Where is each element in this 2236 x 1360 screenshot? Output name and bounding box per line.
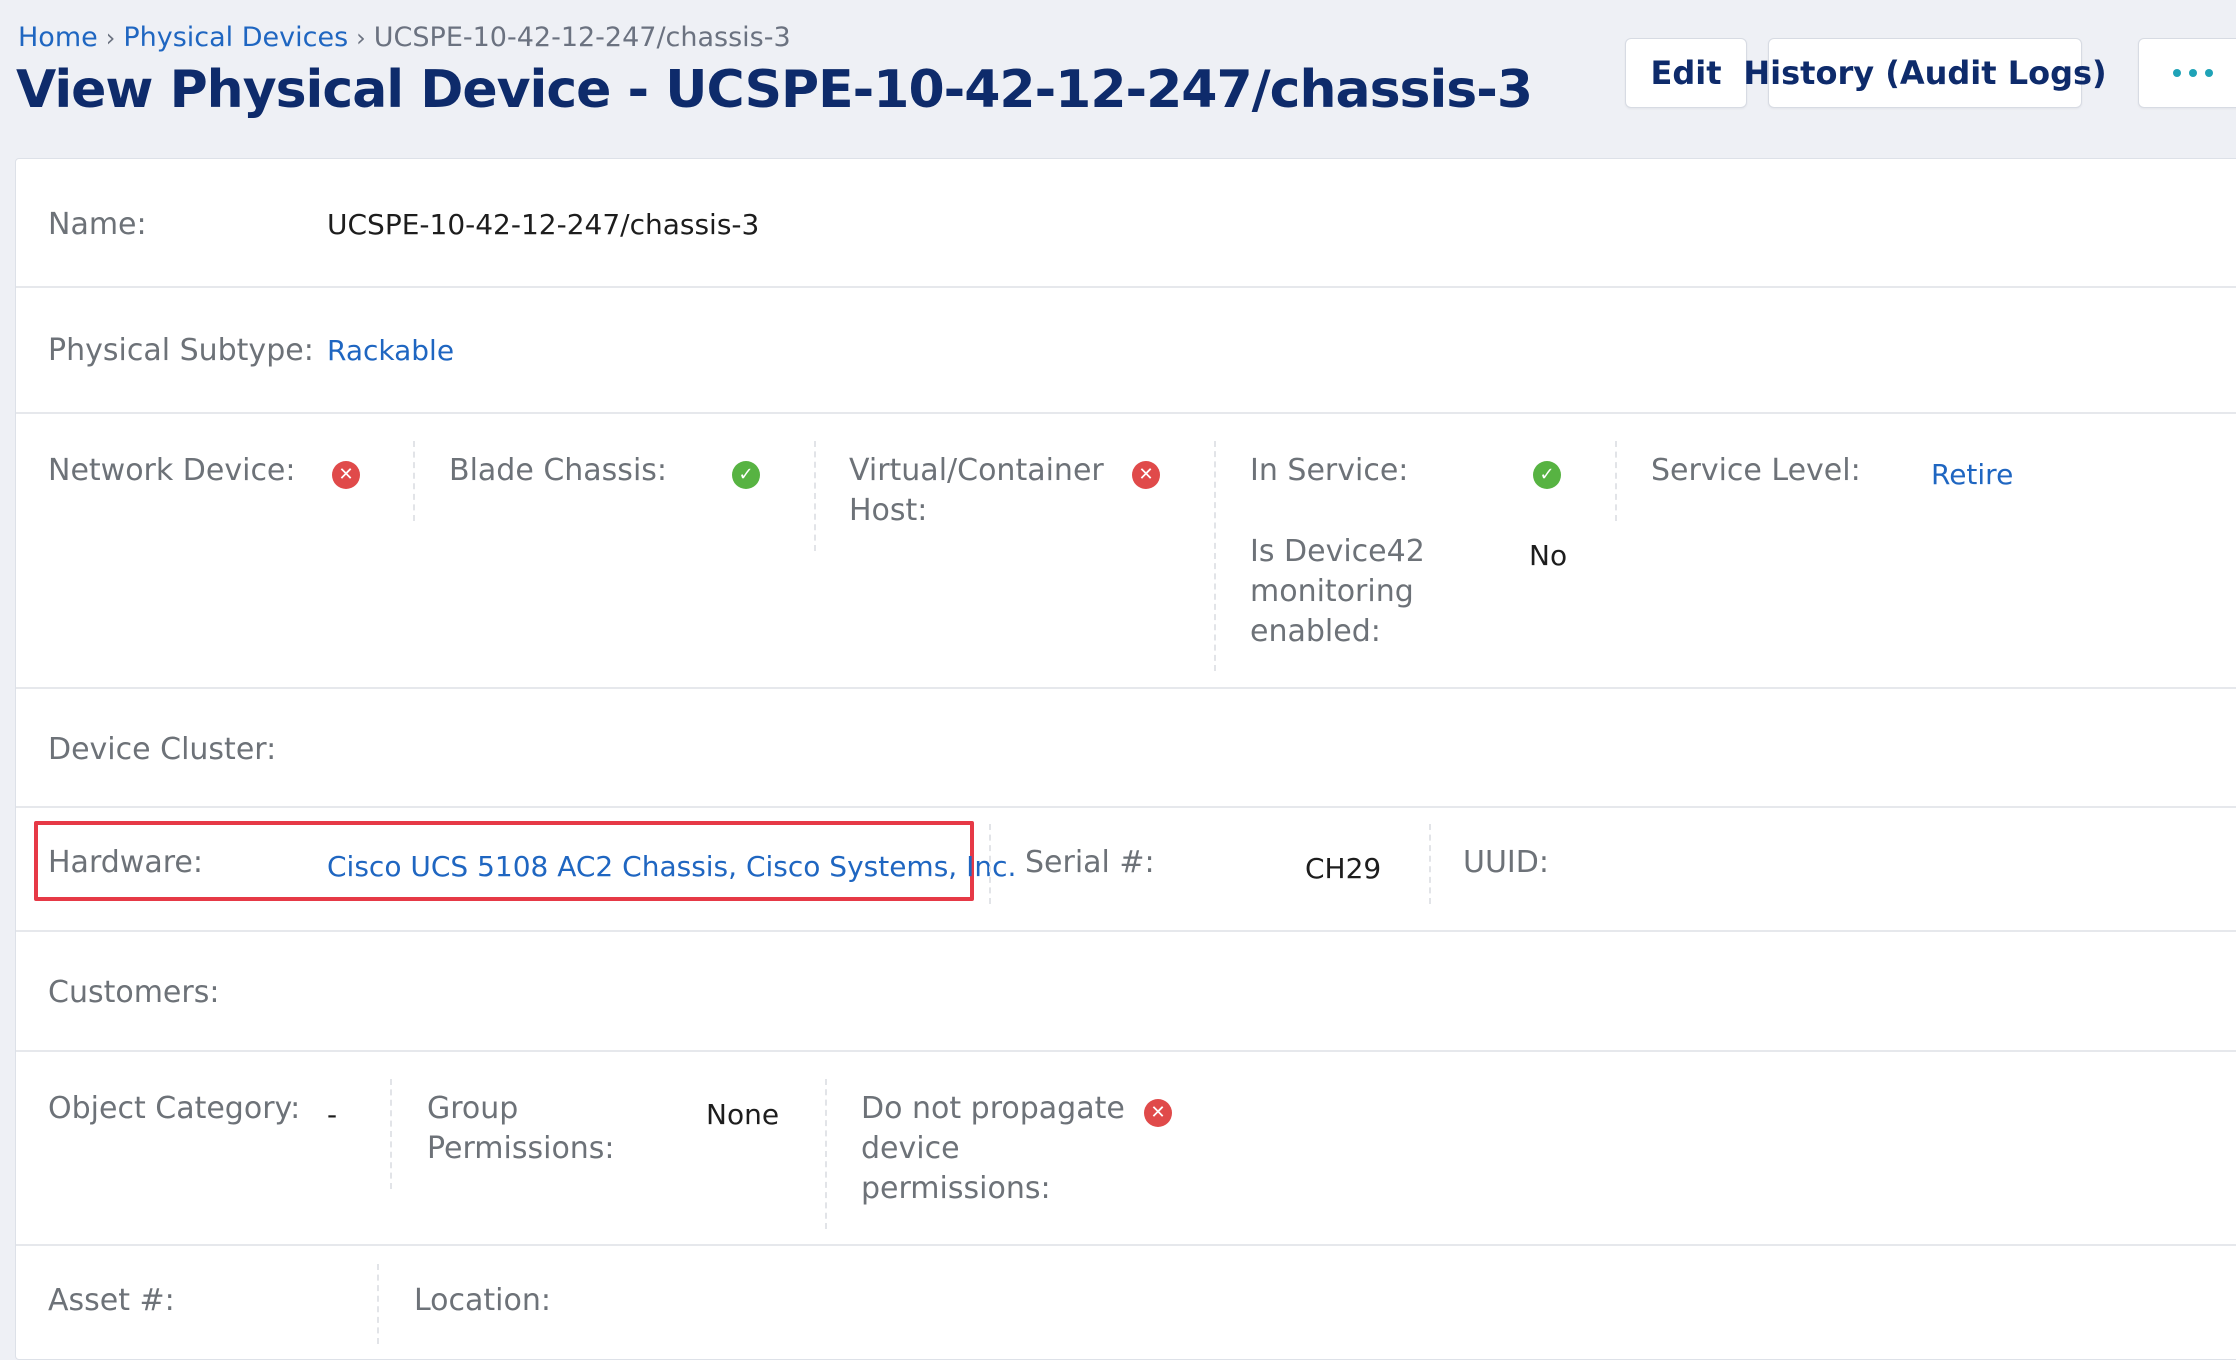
service-level-link[interactable]: Retire xyxy=(1931,455,2013,495)
breadcrumb-separator: › xyxy=(356,24,366,52)
monitoring-enabled-label: Is Device42 monitoring enabled: xyxy=(1250,532,1425,652)
more-actions-button[interactable] xyxy=(2138,38,2236,108)
more-dot-icon xyxy=(2189,69,2197,77)
divider xyxy=(16,412,2236,414)
serial-label: Serial #: xyxy=(1025,845,1155,880)
column-divider xyxy=(825,1079,827,1229)
monitoring-enabled-value: No xyxy=(1529,539,1568,572)
divider xyxy=(16,806,2236,808)
group-permissions-label-line1: Group xyxy=(427,1091,519,1126)
virtual-container-host-label-line1: Virtual/Container xyxy=(849,453,1104,488)
column-divider xyxy=(377,1264,379,1344)
do-not-propagate-label-line2: device xyxy=(861,1131,960,1166)
group-permissions-label: Group Permissions: xyxy=(427,1089,615,1169)
monitoring-label-line1: Is Device42 xyxy=(1250,534,1425,569)
breadcrumb: Home › Physical Devices › UCSPE-10-42-12-247… xyxy=(18,22,791,53)
check-circle-icon: ✓ xyxy=(732,461,760,489)
object-category-value: - xyxy=(327,1098,338,1131)
breadcrumb-separator: › xyxy=(105,24,116,52)
monitoring-label-line2: monitoring xyxy=(1250,574,1414,609)
column-divider xyxy=(989,824,991,904)
hardware-label: Hardware: xyxy=(48,845,203,880)
column-divider xyxy=(1214,441,1216,671)
page-title: View Physical Device - UCSPE-10-42-12-24… xyxy=(16,60,1533,120)
check-circle-icon: ✓ xyxy=(1533,461,1561,489)
serial-value: CH29 xyxy=(1305,852,1382,885)
edit-button[interactable]: Edit xyxy=(1625,38,1747,108)
name-value: UCSPE-10-42-12-247/chassis-3 xyxy=(327,208,760,241)
uuid-label: UUID: xyxy=(1463,845,1549,880)
do-not-propagate-label-line1: Do not propagate xyxy=(861,1091,1125,1126)
service-level-label: Service Level: xyxy=(1651,453,1861,488)
network-device-label: Network Device: xyxy=(48,453,296,488)
location-label: Location: xyxy=(414,1283,551,1318)
virtual-container-host-label: Virtual/Container Host: xyxy=(849,451,1104,531)
virtual-container-host-label-line2: Host: xyxy=(849,493,928,528)
column-divider xyxy=(1615,441,1617,521)
divider xyxy=(16,1050,2236,1052)
group-permissions-label-line2: Permissions: xyxy=(427,1131,615,1166)
in-service-label: In Service: xyxy=(1250,453,1409,488)
history-audit-logs-button[interactable]: History (Audit Logs) xyxy=(1743,38,2107,108)
monitoring-label-line3: enabled: xyxy=(1250,614,1381,649)
group-permissions-value: None xyxy=(706,1098,780,1131)
more-dot-icon xyxy=(2205,69,2213,77)
close-circle-icon: ✕ xyxy=(332,461,360,489)
do-not-propagate-label-line3: permissions: xyxy=(861,1171,1051,1206)
object-category-label: Object Category: xyxy=(48,1091,301,1126)
column-divider xyxy=(1429,824,1431,904)
divider xyxy=(16,1244,2236,1246)
divider xyxy=(16,687,2236,689)
column-divider xyxy=(814,441,816,551)
breadcrumb-current: UCSPE-10-42-12-247/chassis-3 xyxy=(373,22,791,53)
physical-subtype-link[interactable]: Rackable xyxy=(327,331,454,371)
more-dot-icon xyxy=(2173,69,2181,77)
breadcrumb-home-link[interactable]: Home xyxy=(18,22,98,53)
column-divider xyxy=(413,441,415,521)
device-cluster-label: Device Cluster: xyxy=(48,732,277,767)
divider xyxy=(16,930,2236,932)
blade-chassis-label: Blade Chassis: xyxy=(449,453,668,488)
column-divider xyxy=(390,1079,392,1189)
customers-label: Customers: xyxy=(48,975,220,1010)
close-circle-icon: ✕ xyxy=(1132,461,1160,489)
close-circle-icon: ✕ xyxy=(1144,1099,1172,1127)
divider xyxy=(16,286,2236,288)
hardware-link[interactable]: Cisco UCS 5108 AC2 Chassis, Cisco System… xyxy=(327,847,1016,887)
physical-subtype-label: Physical Subtype: xyxy=(48,333,314,368)
name-label: Name: xyxy=(48,207,147,242)
device-details-panel: Name: UCSPE-10-42-12-247/chassis-3 Physi… xyxy=(15,158,2236,1360)
asset-number-label: Asset #: xyxy=(48,1283,175,1318)
do-not-propagate-label: Do not propagate device permissions: xyxy=(861,1089,1125,1209)
breadcrumb-physical-devices-link[interactable]: Physical Devices xyxy=(123,22,348,53)
